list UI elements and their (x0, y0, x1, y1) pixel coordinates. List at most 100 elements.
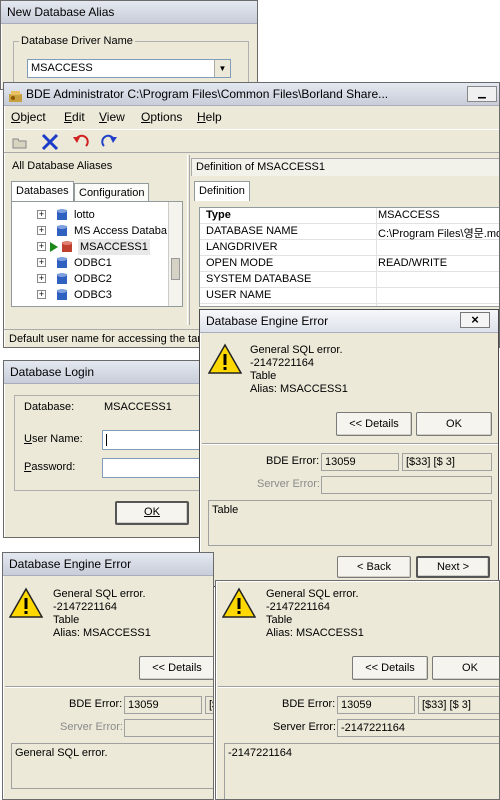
menu-bar: Object Edit View Options Help (4, 107, 499, 127)
scroll-thumb[interactable] (171, 258, 180, 280)
bde-app-icon (9, 88, 22, 102)
open-folder-icon[interactable] (12, 135, 28, 152)
expand-icon[interactable]: + (37, 242, 46, 251)
bde-error-field: 13059 (321, 453, 399, 471)
bde-code-field: [$33] [$ 3] (418, 696, 499, 714)
grid-divider (376, 208, 377, 306)
property-name: SYSTEM DATABASE (206, 273, 312, 285)
login-ok-button[interactable]: OK (115, 501, 189, 525)
error-message-line: Table (53, 614, 80, 626)
status-text: Default user name for accessing the targ (9, 333, 208, 345)
tab-definition[interactable]: Definition (194, 181, 250, 201)
tree-label: MS Access Databa (74, 225, 167, 237)
undo-icon[interactable] (72, 134, 90, 153)
error-message-line: -2147221164 (266, 601, 331, 613)
expand-icon[interactable]: + (37, 226, 46, 235)
database-login-window: Database Login Database: MSACCESS1 User … (3, 360, 203, 538)
pane-splitter[interactable] (187, 155, 190, 325)
chevron-down-icon[interactable]: ▼ (214, 60, 230, 77)
next-label: Next > (436, 561, 470, 573)
server-error-field (321, 476, 492, 494)
property-row[interactable]: LANGDRIVER (200, 240, 499, 256)
property-name: LANGDRIVER (206, 241, 278, 253)
error-message-line: Table (266, 614, 293, 626)
ok-button[interactable]: OK (416, 412, 492, 436)
details-button[interactable]: << Details (352, 656, 428, 680)
property-row[interactable]: OPEN MODE READ/WRITE (200, 256, 499, 272)
menu-options[interactable]: Options (141, 110, 182, 124)
expand-icon[interactable]: + (37, 274, 46, 283)
menu-help[interactable]: Help (197, 110, 222, 124)
driver-name-select[interactable]: MSACCESS ▼ (27, 59, 231, 78)
redo-icon[interactable] (100, 134, 118, 153)
details-button[interactable]: << Details (336, 412, 412, 436)
property-value: READ/WRITE (378, 257, 448, 269)
expand-icon[interactable]: + (37, 210, 46, 219)
property-row[interactable]: Type MSACCESS (200, 208, 499, 224)
properties-grid: Type MSACCESS DATABASE NAME C:\Program Fil… (199, 207, 500, 307)
delete-icon[interactable] (40, 132, 60, 155)
details-label: << Details (152, 662, 202, 674)
error-message-line: General SQL error. (250, 344, 343, 356)
error-message-line: General SQL error. (266, 588, 359, 600)
tab-configuration[interactable]: Configuration (74, 183, 150, 201)
close-icon[interactable]: × (460, 312, 490, 328)
bde-title: BDE Administrator C:\Program Files\Commo… (26, 87, 389, 101)
error-message-line: General SQL error. (53, 588, 146, 600)
engine-error-window-right: General SQL error. -2147221164 Table Ali… (215, 580, 500, 800)
error-title-top: Database Engine Error × (200, 310, 498, 333)
ok-button[interactable]: OK (432, 656, 499, 680)
separator (5, 686, 213, 688)
password-label: Password: (24, 461, 76, 473)
error-message-line: -2147221164 (53, 601, 118, 613)
driver-group-label: Database Driver Name (19, 35, 135, 47)
tree-label: ODBC1 (74, 257, 112, 269)
error-message-line: -2147221164 (250, 357, 315, 369)
login-title: Database Login (4, 361, 202, 384)
expand-icon[interactable]: + (37, 290, 46, 299)
back-button[interactable]: < Back (337, 556, 411, 578)
warning-icon (9, 587, 43, 618)
bde-title-bar: BDE Administrator C:\Program Files\Commo… (4, 83, 499, 106)
database-value: MSACCESS1 (104, 401, 172, 413)
expand-icon[interactable]: + (37, 258, 46, 267)
warning-icon (208, 343, 242, 374)
error-title-text: Database Engine Error (206, 314, 329, 328)
alias-dialog-title: New Database Alias (1, 1, 257, 24)
menu-view[interactable]: View (99, 110, 125, 124)
minimize-button[interactable]: ▁ (467, 86, 497, 102)
tab-databases[interactable]: Databases (11, 181, 74, 201)
property-value: C:\Program Files\영문.md (378, 228, 500, 240)
play-arrow-icon (50, 242, 58, 252)
toolbar (4, 129, 499, 155)
tree-label: lotto (74, 209, 95, 221)
separator (202, 443, 498, 445)
warning-icon (222, 587, 256, 618)
password-input[interactable] (102, 458, 202, 478)
bde-error-label: BDE Error: (69, 698, 123, 710)
database-label: Database: (24, 401, 75, 413)
property-name: USER NAME (206, 289, 272, 301)
user-name-input[interactable] (102, 430, 202, 450)
error-details-text: -2147221164 (224, 743, 499, 799)
property-row[interactable]: SYSTEM DATABASE (200, 272, 499, 288)
database-icon (57, 289, 67, 300)
database-icon (57, 273, 67, 284)
ok-label: OK (144, 506, 160, 518)
menu-object[interactable]: Object (11, 110, 46, 124)
bde-error-label: BDE Error: (266, 455, 320, 467)
tree-label-selected: MSACCESS1 (78, 239, 150, 255)
property-name: Type (206, 209, 231, 221)
tree-scrollbar[interactable] (168, 202, 182, 306)
bde-error-field: 13059 (124, 696, 202, 714)
error-message-line: Table (250, 370, 277, 382)
server-error-field (124, 719, 213, 737)
menu-edit[interactable]: Edit (64, 110, 85, 124)
details-button[interactable]: << Details (139, 656, 213, 680)
error-details-text: Table (208, 500, 492, 546)
bde-error-label: BDE Error: (282, 698, 336, 710)
next-button[interactable]: Next > (416, 556, 490, 578)
database-icon (57, 225, 67, 236)
property-row[interactable]: USER NAME (200, 288, 499, 304)
property-row[interactable]: DATABASE NAME C:\Program Files\영문.md (200, 224, 500, 240)
